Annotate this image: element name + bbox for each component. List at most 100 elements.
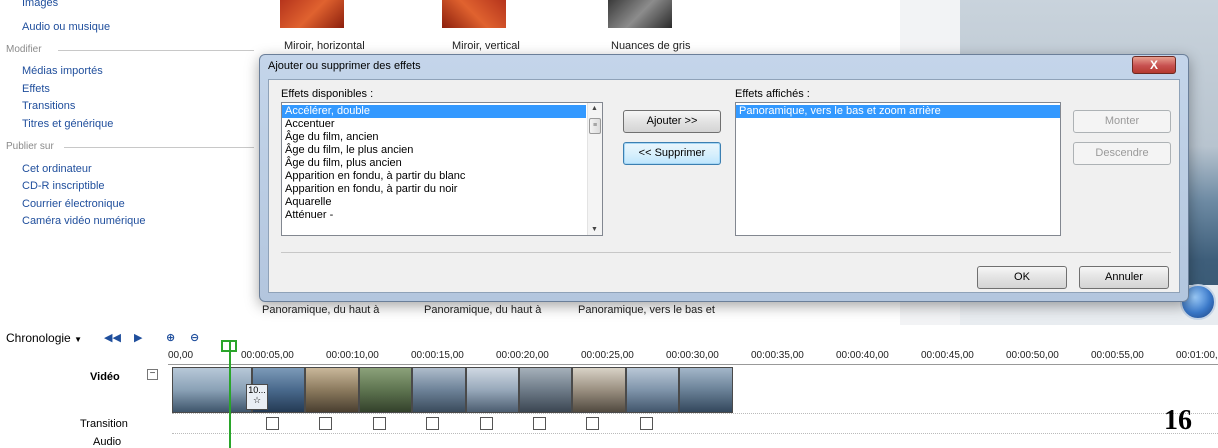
available-effect-item[interactable]: Âge du film, plus ancien [282, 157, 586, 170]
ruler-tick-label: 00:01:00,0 [1176, 350, 1218, 361]
transition-slot[interactable] [479, 417, 493, 430]
displayed-effect-item[interactable]: Panoramique, vers le bas et zoom arrière [736, 105, 1060, 118]
transition-slot[interactable] [533, 417, 546, 430]
available-effect-item[interactable]: Apparition en fondu, à partir du blanc [282, 170, 586, 183]
ok-button[interactable]: OK [977, 266, 1067, 289]
transition-slot[interactable] [586, 417, 600, 430]
task-link-effets[interactable]: Effets [22, 83, 50, 95]
ruler-tick-label: 00:00:50,00 [1006, 350, 1059, 361]
task-link-images[interactable]: Images [22, 0, 58, 9]
task-link-audio-musique[interactable]: Audio ou musique [22, 21, 110, 33]
effect-caption: Panoramique, du haut à [424, 304, 542, 316]
section-divider [58, 50, 254, 51]
video-clip[interactable] [305, 367, 359, 413]
video-clip[interactable] [519, 367, 573, 413]
move-up-button[interactable]: Monter [1073, 110, 1171, 133]
effect-caption: Panoramique, du haut à [262, 304, 380, 316]
video-track-label: Vidéo [90, 371, 120, 383]
scroll-down-icon[interactable]: ▼ [591, 226, 598, 233]
displayed-effects-label: Effets affichés : [735, 88, 810, 100]
task-link-transitions[interactable]: Transitions [22, 100, 75, 112]
ruler-tick-label: 00:00:25,00 [581, 350, 634, 361]
ruler-tick-label: 00:00:05,00 [241, 350, 294, 361]
task-link-medias-importes[interactable]: Médias importés [22, 65, 103, 77]
cancel-button[interactable]: Annuler [1079, 266, 1169, 289]
ruler-tick-label: 00:00:55,00 [1091, 350, 1144, 361]
timeline-toolbar: Chronologie ▼ ◀◀ ▶ ⊕ ⊖ [0, 325, 1218, 349]
effects-gallery-bottom-row: Panoramique, du haut à Panoramique, du h… [262, 300, 922, 322]
add-remove-effects-dialog: Ajouter ou supprimer des effets X Effets… [259, 54, 1189, 302]
effect-caption: Miroir, vertical [452, 40, 520, 52]
timeline-label: Chronologie [6, 331, 71, 345]
playhead[interactable] [229, 340, 231, 448]
ruler-tick-label: 00:00:30,00 [666, 350, 719, 361]
add-effect-button[interactable]: Ajouter >> [623, 110, 721, 133]
section-divider [64, 147, 254, 148]
task-pane: Images Audio ou musique Modifier Médias … [0, 0, 260, 325]
video-clip[interactable] [412, 367, 466, 413]
rewind-icon[interactable]: ◀◀ [104, 331, 121, 344]
close-icon: X [1149, 58, 1158, 72]
effect-caption: Miroir, horizontal [284, 40, 365, 52]
video-clip[interactable] [358, 367, 413, 413]
section-heading-publier: Publier sur [6, 141, 54, 152]
collapse-icon[interactable]: − [147, 369, 158, 380]
remove-effect-button[interactable]: << Supprimer [623, 142, 721, 165]
video-clip[interactable] [625, 367, 680, 413]
clip-effect-badge[interactable]: 10... ☆ [246, 384, 268, 410]
available-effects-label: Effets disponibles : [281, 88, 374, 100]
available-effect-item[interactable]: Aquarelle [282, 196, 586, 209]
ruler-tick-label: 00:00:35,00 [751, 350, 804, 361]
video-track[interactable] [172, 367, 1218, 415]
ruler-tick-label: 00:00:45,00 [921, 350, 974, 361]
zoom-in-icon[interactable]: ⊕ [166, 331, 175, 344]
scroll-up-icon[interactable]: ▲ [591, 105, 598, 112]
task-link-titres-generique[interactable]: Titres et générique [22, 118, 113, 130]
transition-slot[interactable] [372, 417, 386, 430]
task-link-cdr[interactable]: CD-R inscriptible [22, 180, 105, 192]
dialog-body: Effets disponibles : Accélérer, double Ac… [268, 79, 1180, 293]
available-effect-item[interactable]: Âge du film, ancien [282, 131, 586, 144]
list-scrollbar[interactable]: ▲ ≡ ▼ [587, 103, 602, 235]
effect-thumbnail-miroir-horizontal[interactable] [280, 0, 344, 28]
transition-slot[interactable] [426, 417, 440, 430]
dialog-separator [281, 252, 1171, 253]
task-link-cet-ordinateur[interactable]: Cet ordinateur [22, 163, 92, 175]
zoom-out-icon[interactable]: ⊖ [190, 331, 199, 344]
displayed-effects-list[interactable]: Panoramique, vers le bas et zoom arrière [735, 102, 1061, 236]
page-number: 16 [1164, 405, 1192, 436]
available-effect-item[interactable]: Accentuer [282, 118, 586, 131]
transition-slot[interactable] [319, 417, 333, 430]
video-clip[interactable] [465, 367, 519, 413]
available-effect-item[interactable]: Accélérer, double [282, 105, 586, 118]
effect-thumbnail-miroir-vertical[interactable] [442, 0, 506, 28]
section-heading-modifier: Modifier [6, 44, 42, 55]
scroll-thumb[interactable]: ≡ [589, 118, 601, 134]
move-down-button[interactable]: Descendre [1073, 142, 1171, 165]
video-clip[interactable] [679, 367, 733, 413]
effect-caption: Nuances de gris [611, 40, 691, 52]
task-link-courrier[interactable]: Courrier électronique [22, 198, 125, 210]
available-effect-item[interactable]: Atténuer - [282, 209, 586, 222]
chevron-down-icon: ▼ [74, 335, 82, 344]
effect-caption: Panoramique, vers le bas et [578, 304, 715, 316]
play-icon[interactable]: ▶ [134, 331, 142, 344]
transition-track[interactable] [172, 413, 1218, 433]
video-clip[interactable] [172, 367, 252, 413]
ruler-tick-label: 00:00:40,00 [836, 350, 889, 361]
audio-track[interactable] [172, 433, 1218, 448]
available-effect-item[interactable]: Apparition en fondu, à partir du noir [282, 183, 586, 196]
effect-thumbnail-nuances-gris[interactable] [608, 0, 672, 28]
video-clip[interactable] [572, 367, 626, 413]
transition-slot[interactable] [266, 417, 279, 430]
available-effect-item[interactable]: Âge du film, le plus ancien [282, 144, 586, 157]
available-effects-list[interactable]: Accélérer, double Accentuer Âge du film, a… [281, 102, 603, 236]
task-link-camera[interactable]: Caméra vidéo numérique [22, 215, 146, 227]
star-icon: ☆ [252, 395, 262, 405]
ruler-tick-label: 00:00:20,00 [496, 350, 549, 361]
transition-track-label: Transition [80, 418, 128, 430]
timeline-view-dropdown[interactable]: Chronologie ▼ [6, 331, 82, 345]
close-button[interactable]: X [1132, 56, 1176, 74]
timeline-ruler[interactable]: 00,00 00:00:05,00 00:00:10,00 00:00:15,00 00… [168, 349, 1218, 365]
transition-slot[interactable] [639, 417, 653, 430]
